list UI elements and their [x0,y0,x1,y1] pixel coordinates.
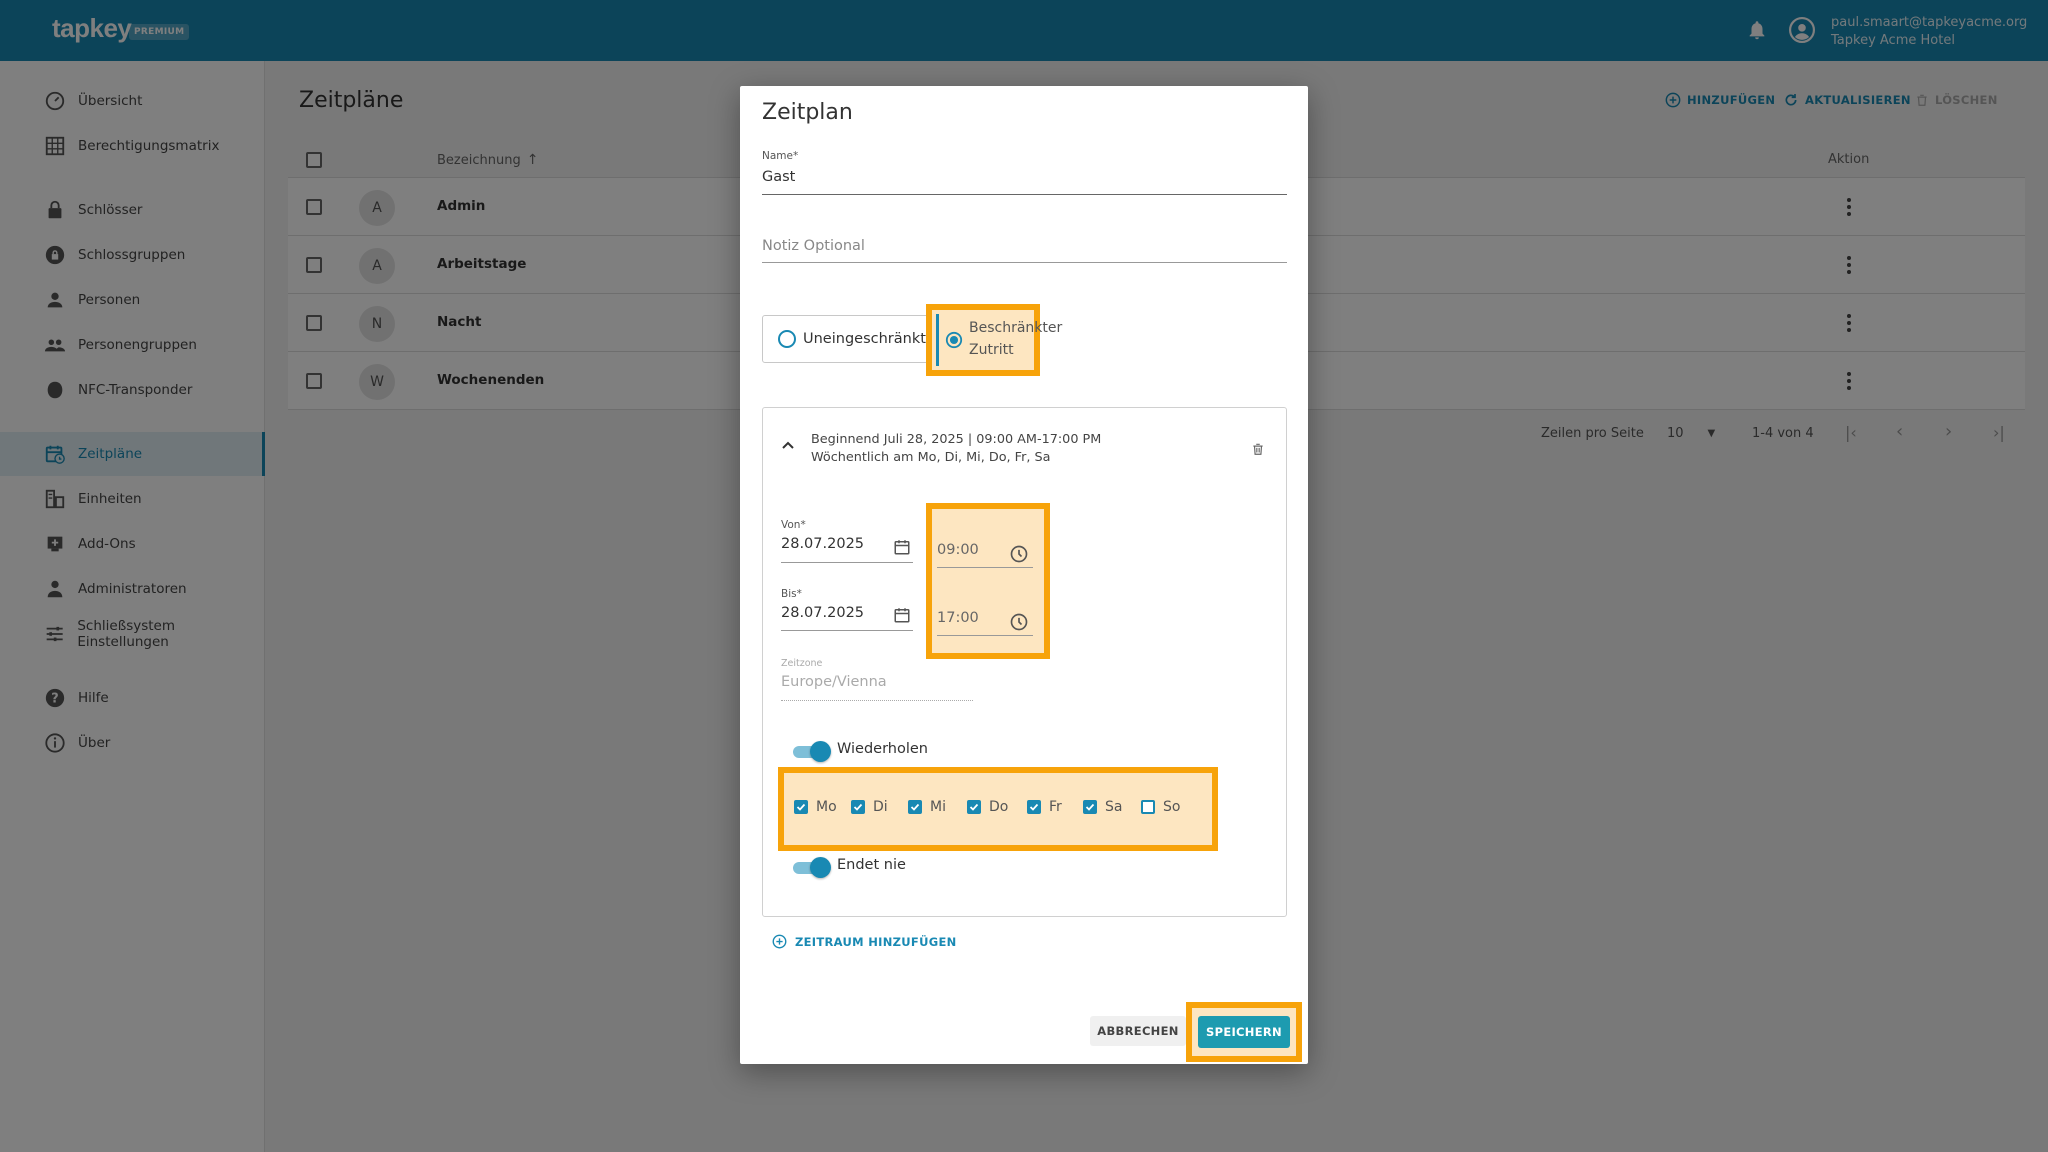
weekday-label: Do [989,799,1009,815]
toggle-knob [810,857,831,878]
add-period-button[interactable]: ZEITRAUM HINZUFÜGEN [772,934,957,949]
add-period-label: ZEITRAUM HINZUFÜGEN [795,934,957,949]
checkbox-unchecked-icon [1141,800,1155,814]
note-field-underline [762,262,1287,263]
radio-checked-icon [945,331,963,349]
weekday-mo[interactable]: Mo [794,799,837,815]
weekday-label: Sa [1105,799,1123,815]
clock-icon[interactable] [1009,544,1029,564]
calendar-icon[interactable] [893,606,911,624]
mode-unrestricted-option[interactable]: Uneingeschränkt [762,315,940,363]
checkbox-checked-icon [851,800,865,814]
mode-restricted-option[interactable]: Beschränkter Zutritt [936,314,1062,366]
chevron-up-icon[interactable] [781,440,795,450]
weekday-mi[interactable]: Mi [908,799,946,815]
period-summary-recurrence: Wöchentlich am Mo, Di, Mi, Do, Fr, Sa [811,450,1051,465]
note-field[interactable]: Notiz Optional [762,238,865,254]
checkbox-checked-icon [967,800,981,814]
radio-unchecked-icon [778,330,796,348]
mode-restricted-highlight: Beschränkter Zutritt [926,304,1062,376]
ends-never-label: Endet nie [837,857,906,873]
name-field[interactable]: Gast [762,169,795,185]
name-field-label: Name* [762,150,799,162]
time-period-card: Beginnend Juli 28, 2025 | 09:00 AM-17:00… [762,407,1287,917]
weekday-so[interactable]: So [1141,799,1180,815]
timezone-label: Zeitzone [781,658,823,669]
mode-restricted-label-line1: Beschränkter [969,320,1063,337]
weekday-sa[interactable]: Sa [1083,799,1122,815]
from-time-underline [937,567,1033,568]
from-date-field[interactable]: 28.07.2025 [781,536,864,552]
schedule-dialog: Zeitplan Name* Gast Notiz Optional Unein… [740,86,1308,1064]
checkbox-checked-icon [908,800,922,814]
period-summary-range: Beginnend Juli 28, 2025 | 09:00 AM-17:00… [811,432,1102,447]
to-date-underline [781,630,913,631]
add-circle-icon [772,934,787,949]
to-time-field[interactable]: 17:00 [937,610,979,626]
save-button[interactable]: SPEICHERN [1198,1016,1290,1048]
to-date-field[interactable]: 28.07.2025 [781,605,864,621]
weekday-label: Mi [930,799,946,815]
time-fields-highlight: 09:00 17:00 [926,503,1050,659]
weekday-fr[interactable]: Fr [1027,799,1062,815]
name-field-underline [762,194,1287,195]
ends-never-toggle[interactable] [791,857,831,878]
from-date-underline [781,562,913,563]
from-time-field[interactable]: 09:00 [937,542,979,558]
to-label: Bis* [781,588,802,600]
weekday-di[interactable]: Di [851,799,888,815]
weekday-label: Fr [1049,799,1062,815]
mode-restricted-label-line2: Zutritt [969,342,1014,358]
checkbox-checked-icon [1083,800,1097,814]
repeat-toggle[interactable] [791,741,831,762]
weekday-do[interactable]: Do [967,799,1008,815]
weekday-label: Di [873,799,888,815]
cancel-button[interactable]: ABBRECHEN [1090,1016,1186,1046]
weekdays-highlight: Mo Di Mi Do Fr Sa So [778,767,1218,851]
weekday-label: So [1163,799,1181,815]
weekday-label: Mo [816,799,837,815]
toggle-knob [810,741,831,762]
save-button-highlight: SPEICHERN [1186,1002,1302,1062]
repeat-label: Wiederholen [837,741,929,757]
clock-icon[interactable] [1009,612,1029,632]
checkbox-checked-icon [794,800,808,814]
trash-icon[interactable] [1251,441,1265,457]
timezone-underline [781,700,973,701]
to-time-underline [937,635,1033,636]
calendar-icon[interactable] [893,538,911,556]
dialog-title: Zeitplan [762,100,853,125]
timezone-field: Europe/Vienna [781,674,887,690]
from-label: Von* [781,519,806,531]
mode-unrestricted-label: Uneingeschränkt [803,331,926,347]
checkbox-checked-icon [1027,800,1041,814]
